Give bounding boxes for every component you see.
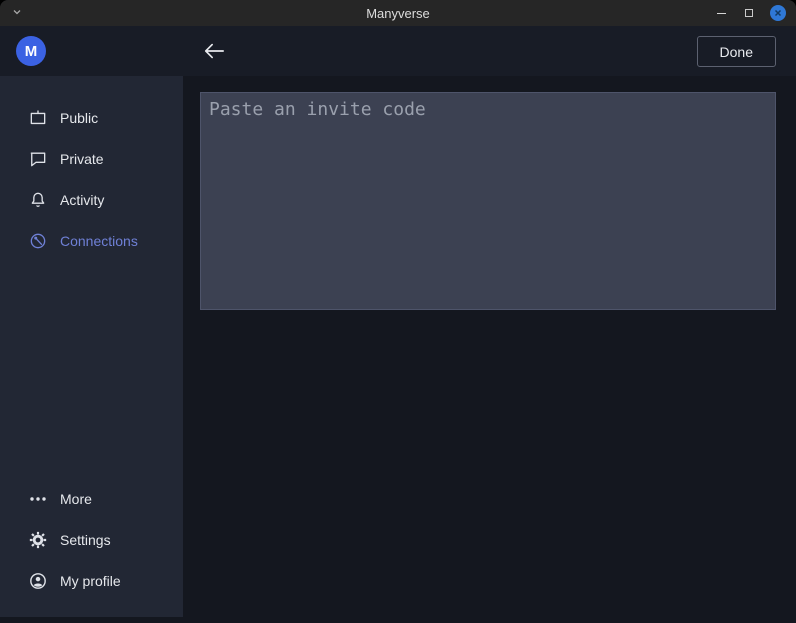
main-area: Public Private Activity (0, 76, 796, 623)
sidebar-item-settings[interactable]: Settings (0, 519, 183, 560)
message-bubble-icon (28, 149, 48, 169)
sidebar-item-connections[interactable]: Connections (0, 220, 183, 261)
arrow-left-icon (203, 42, 225, 60)
window-title: Manyverse (0, 6, 796, 21)
restore-icon (745, 9, 753, 17)
sidebar-item-public[interactable]: Public (0, 97, 183, 138)
sidebar-item-my-profile[interactable]: My profile (0, 560, 183, 601)
manyverse-logo: M (16, 36, 46, 66)
network-icon (28, 231, 48, 251)
sidebar-item-activity[interactable]: Activity (0, 179, 183, 220)
close-button[interactable] (770, 5, 786, 21)
sidebar-item-private[interactable]: Private (0, 138, 183, 179)
gear-icon (28, 530, 48, 550)
window-menu-chevron-icon[interactable] (12, 7, 22, 17)
sidebar-item-label: My profile (60, 573, 121, 589)
sidebar-bottom: More Settings (0, 478, 183, 617)
bell-icon (28, 190, 48, 210)
sidebar-item-label: Settings (60, 532, 111, 548)
sidebar-item-label: More (60, 491, 92, 507)
sidebar-item-label: Activity (60, 192, 104, 208)
window-controls (714, 0, 786, 26)
account-circle-icon (28, 571, 48, 591)
done-button[interactable]: Done (697, 36, 776, 67)
manyverse-window: Manyverse M Done Public (0, 0, 796, 623)
sidebar-item-label: Private (60, 151, 104, 167)
sidebar: Public Private Activity (0, 76, 183, 617)
bulletin-board-icon (28, 108, 48, 128)
titlebar: Manyverse (0, 0, 796, 26)
back-button[interactable] (200, 38, 228, 64)
sidebar-item-label: Public (60, 110, 98, 126)
invite-code-input[interactable] (200, 92, 776, 310)
sidebar-spacer (0, 261, 183, 478)
restore-button[interactable] (742, 6, 756, 20)
minimize-button[interactable] (714, 6, 728, 20)
sidebar-item-label: Connections (60, 233, 138, 249)
close-icon (774, 9, 782, 17)
minimize-icon (717, 13, 726, 14)
logo-letter: M (25, 43, 38, 60)
sidebar-item-more[interactable]: More (0, 478, 183, 519)
app-header: M Done (0, 26, 796, 76)
dots-horizontal-icon (28, 489, 48, 509)
